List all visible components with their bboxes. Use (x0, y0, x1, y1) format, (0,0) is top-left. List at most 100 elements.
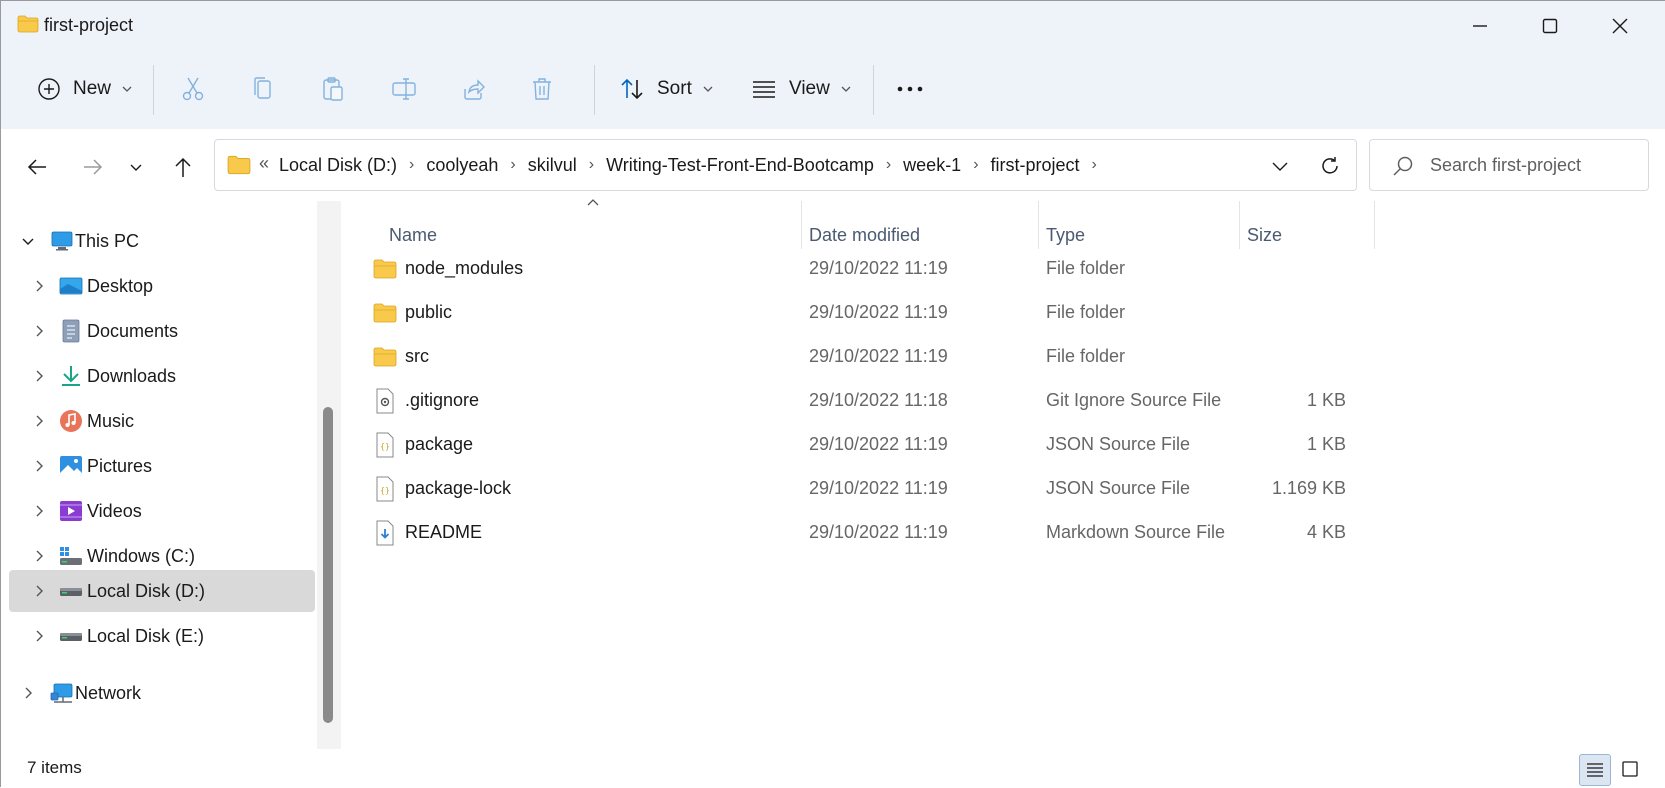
column-header-label: Type (1046, 224, 1086, 245)
chevron-right-icon[interactable] (29, 501, 49, 521)
arrow-up-icon (175, 157, 191, 177)
breadcrumb-item[interactable]: Local Disk (D:) (279, 155, 397, 176)
sort-button[interactable]: Sort (619, 69, 714, 109)
paste-button[interactable] (321, 69, 345, 109)
file-row[interactable]: .gitignore 29/10/2022 11:18 Git Ignore S… (343, 378, 1346, 425)
more-options-button[interactable] (896, 69, 924, 109)
chevron-down-icon (1272, 162, 1288, 171)
maximize-button[interactable] (1516, 1, 1584, 51)
minimize-button[interactable] (1446, 1, 1514, 51)
chevron-right-icon[interactable] (29, 456, 49, 476)
file-row[interactable]: src 29/10/2022 11:19 File folder (343, 334, 1343, 381)
status-bar: 7 items (1, 749, 1665, 788)
breadcrumb-item[interactable]: Writing-Test-Front-End-Bootcamp (606, 155, 874, 176)
sidebar-item-videos[interactable]: Videos (9, 490, 315, 532)
chevron-right-icon[interactable]: › (886, 156, 891, 174)
folder-icon (227, 155, 251, 175)
breadcrumb-item[interactable]: week-1 (903, 155, 961, 176)
drive-icon (60, 588, 82, 596)
large-icons-view-icon (1622, 761, 1638, 777)
column-divider[interactable] (801, 201, 802, 249)
file-row[interactable]: {} package-lock 29/10/2022 11:19 JSON So… (343, 466, 1346, 513)
rename-icon (392, 78, 416, 100)
chevron-right-icon[interactable]: › (973, 156, 978, 174)
delete-button[interactable] (531, 69, 553, 109)
column-header-label: Name (389, 224, 438, 245)
back-button[interactable] (17, 147, 57, 187)
toolbar-divider (594, 65, 595, 115)
file-size: 4 KB (1306, 522, 1346, 542)
share-button[interactable] (461, 69, 485, 109)
file-name: package (405, 434, 474, 454)
sidebar-item-network[interactable]: Network (9, 672, 315, 714)
search-input[interactable]: Search first-project (1430, 155, 1581, 176)
column-divider[interactable] (1038, 201, 1039, 249)
sidebar-item-label: This PC (75, 230, 140, 251)
sidebar-item-documents[interactable]: Documents (9, 310, 315, 352)
view-button[interactable]: View (751, 69, 852, 109)
copy-button[interactable] (251, 69, 275, 109)
address-history-button[interactable] (1265, 151, 1295, 181)
breadcrumb-overflow[interactable]: « (259, 153, 269, 174)
chevron-right-icon[interactable] (29, 581, 49, 601)
close-icon (1612, 18, 1628, 34)
chevron-right-icon[interactable]: › (1092, 156, 1097, 174)
chevron-right-icon[interactable] (29, 546, 49, 566)
sidebar-item-music[interactable]: Music (9, 400, 315, 442)
sidebar-item-this-pc[interactable]: This PC (9, 220, 315, 262)
chevron-down-icon[interactable] (18, 231, 38, 251)
chevron-right-icon[interactable]: › (589, 156, 594, 174)
sidebar-item-desktop[interactable]: Desktop (9, 265, 315, 307)
column-divider[interactable] (1239, 201, 1240, 249)
share-icon (464, 79, 485, 100)
file-name: package-lock (405, 478, 512, 498)
breadcrumb-item[interactable]: first-project (991, 155, 1080, 176)
chevron-right-icon[interactable] (18, 683, 38, 703)
recent-locations-button[interactable] (116, 147, 156, 187)
file-row[interactable]: node_modules 29/10/2022 11:19 File folde… (343, 246, 1343, 293)
details-view-button[interactable] (1579, 754, 1611, 786)
chevron-right-icon[interactable] (29, 626, 49, 646)
chevron-down-icon (841, 86, 851, 92)
sidebar-item-label: Local Disk (D:) (87, 580, 206, 601)
svg-text:{}: {} (380, 486, 390, 495)
chevron-right-icon[interactable] (29, 321, 49, 341)
chevron-right-icon[interactable] (29, 366, 49, 386)
forward-button[interactable] (73, 147, 113, 187)
sidebar-item-pictures[interactable]: Pictures (9, 445, 315, 487)
file-size: 1.169 KB (1271, 478, 1346, 498)
new-button[interactable]: New (37, 69, 133, 109)
trash-icon (533, 78, 551, 100)
breadcrumb-item[interactable]: skilvul (528, 155, 577, 176)
rename-button[interactable] (391, 69, 417, 109)
sidebar-item-label: Desktop (87, 275, 154, 296)
item-count: 7 items (27, 758, 82, 777)
chevron-right-icon[interactable] (29, 411, 49, 431)
column-divider[interactable] (1374, 201, 1375, 249)
file-row[interactable]: README 29/10/2022 11:19 Markdown Source … (343, 510, 1346, 557)
sidebar-item-local-disk-e[interactable]: Local Disk (E:) (9, 615, 315, 657)
sidebar-item-label: Windows (C:) (87, 545, 196, 566)
up-button[interactable] (163, 147, 203, 187)
refresh-button[interactable] (1315, 151, 1345, 181)
address-bar[interactable]: « Local Disk (D:) › coolyeah › skilvul › Wr… (214, 139, 1357, 191)
sidebar-item-downloads[interactable]: Downloads (9, 355, 315, 397)
markdown-file-icon (376, 520, 394, 546)
file-row[interactable]: public 29/10/2022 11:19 File folder (343, 290, 1343, 337)
close-button[interactable] (1586, 1, 1654, 51)
large-icons-view-button[interactable] (1615, 754, 1645, 784)
file-type: File folder (1046, 346, 1126, 366)
sidebar-item-local-disk-d[interactable]: Local Disk (D:) (9, 570, 315, 612)
search-box[interactable]: Search first-project (1369, 139, 1649, 191)
cut-button[interactable] (181, 69, 205, 109)
file-row[interactable]: {} package 29/10/2022 11:19 JSON Source … (343, 422, 1346, 469)
chevron-right-icon[interactable]: › (409, 156, 414, 174)
navigation-pane: This PC Desktop Documents Downloads Musi… (1, 201, 341, 749)
sort-label: Sort (657, 78, 692, 99)
chevron-right-icon[interactable]: › (510, 156, 515, 174)
chevron-right-icon[interactable] (29, 276, 49, 296)
breadcrumb-item[interactable]: coolyeah (426, 155, 498, 176)
sidebar-item-label: Documents (87, 320, 179, 341)
file-date: 29/10/2022 11:19 (809, 302, 948, 322)
scrollbar-thumb[interactable] (323, 407, 333, 723)
